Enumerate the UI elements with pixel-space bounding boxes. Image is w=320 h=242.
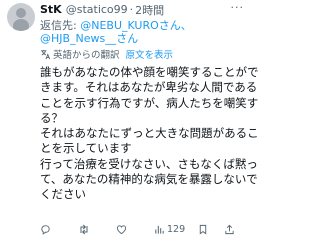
tweet-text-line: る？ [40, 110, 63, 125]
reply-mention[interactable]: @HJB_News__さん [40, 32, 138, 45]
reply-icon [41, 225, 50, 235]
share-icon [225, 224, 234, 235]
timestamp[interactable]: 2時間 [135, 2, 164, 18]
tweet-text-line: それはあなたにずっと大きな問題があるこ [40, 126, 259, 141]
tweet-header: StK @statico99 · 2時間 ··· [40, 1, 246, 18]
retweet-icon [80, 224, 88, 235]
views-icon [155, 225, 164, 234]
tweet-text-line: て、あなたの精神的な病気を暴露しないで [40, 172, 258, 187]
tweet-text-line: ことを示す行為ですが、病人たちを嘲笑す [40, 95, 259, 110]
share-button[interactable] [224, 224, 235, 235]
separator: · [129, 3, 134, 16]
translation-info: 英語からの翻訳 原文を表示 [40, 47, 246, 61]
reply-mention[interactable]: @NEBU_KUROさん、 [80, 19, 192, 32]
tweet-text-line: 行って治療を受けなさい、さもなくば黙っ [40, 156, 258, 171]
tweet-actions: 129 [40, 224, 246, 235]
views-button[interactable]: 129 [154, 224, 198, 235]
retweet-button[interactable] [78, 224, 116, 235]
reply-prefix: 返信先: [40, 19, 77, 32]
tweet-content: StK @statico99 · 2時間 ··· 返信先: @NEBU_KURO… [40, 1, 259, 203]
like-button[interactable] [116, 224, 154, 235]
tweet-text-line: ください [40, 187, 86, 202]
tweet-text: 誰もがあなたの体や顔を嘲笑することがで きます。それはあなたが卑劣な人間である … [40, 65, 259, 203]
translate-icon [40, 49, 51, 59]
heart-icon [116, 225, 127, 235]
reply-to: 返信先: @NEBU_KUROさん、 @HJB_News__さん [40, 19, 246, 45]
views-count: 129 [167, 224, 186, 235]
translated-from-label: 英語からの翻訳 [53, 50, 120, 61]
tweet-text-line: とを示しています [40, 141, 132, 156]
tweet-text-line: 誰もがあなたの体や顔を嘲笑することがで [40, 65, 259, 79]
avatar[interactable] [7, 3, 35, 31]
tweet-text-line: きます。それはあなたが卑劣な人間である [40, 80, 258, 95]
more-options-button[interactable]: ··· [231, 1, 245, 14]
author-handle[interactable]: @statico99 [66, 3, 128, 16]
show-original-link[interactable]: 原文を表示 [126, 47, 174, 61]
bookmark-button[interactable] [198, 224, 224, 235]
bookmark-icon [199, 224, 207, 235]
reply-button[interactable] [40, 224, 78, 235]
author-name[interactable]: StK [40, 3, 62, 16]
